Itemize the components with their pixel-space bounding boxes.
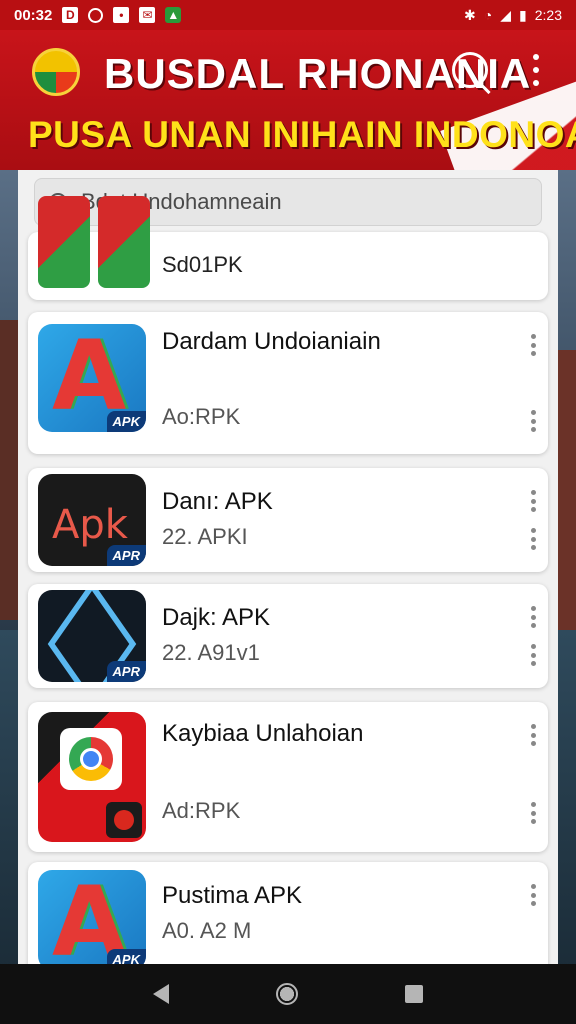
app-version: Ad:RPK	[162, 798, 241, 823]
system-nav-bar	[0, 964, 576, 1024]
app-name: Pustima APK	[162, 882, 303, 909]
item-menu-icon[interactable]	[530, 334, 536, 356]
item-menu-icon[interactable]	[530, 644, 536, 666]
battery-text: 2:23	[534, 7, 562, 23]
apk-badge: APK	[106, 949, 146, 964]
app-version: A0. A2 M	[162, 918, 252, 943]
bluetooth-icon: ✱	[464, 6, 476, 23]
apk-badge: APR	[106, 545, 146, 566]
app-version: 22. APKI	[162, 524, 248, 549]
item-menu-icon[interactable]	[530, 802, 536, 824]
recents-icon[interactable]	[404, 985, 423, 1003]
app-header: BUSDAL RHONANIA PUSA UNAN INIHAIN INDONO…	[0, 30, 576, 170]
back-icon[interactable]	[153, 984, 170, 1004]
mail-icon: ✉	[139, 7, 156, 23]
status-time: 00:32	[14, 6, 53, 24]
app-subtitle: PUSA UNAN INIHAIN INDONOAK'S	[28, 114, 576, 155]
app-list-item[interactable]: A APK Dardam Undoianiain Ao:RPK	[28, 312, 548, 454]
item-menu-icon[interactable]	[530, 724, 536, 746]
app-icon	[38, 196, 90, 288]
status-right: ✱ ◔ ◢ ▮ 2:23	[464, 7, 562, 24]
item-menu-icon[interactable]	[530, 528, 536, 550]
app-icon: APR	[38, 590, 146, 682]
app-icon: Apk APR	[38, 474, 146, 566]
wifi-icon: ◔	[483, 7, 493, 23]
app-list-item[interactable]: A APK Pustima APK A0. A2 M	[28, 862, 548, 964]
item-menu-icon[interactable]	[530, 490, 536, 512]
item-menu-icon[interactable]	[530, 884, 536, 906]
app-list-item[interactable]: Sd01PK	[28, 196, 548, 300]
app-name: Danı: APK	[162, 488, 273, 515]
app-list-item[interactable]: APR Dajk: APK 22. A91v1	[28, 584, 548, 688]
apk-wordmark: Apk	[52, 502, 128, 548]
app-name: Dajk: APK	[162, 604, 271, 631]
app-version: Sd01PK	[162, 252, 243, 277]
apk-badge: APK	[106, 411, 146, 432]
notification-icon: D	[62, 7, 79, 23]
app-list-item[interactable]: Apk APR Danı: APK 22. APKI	[28, 468, 548, 572]
app-version: 22. A91v1	[162, 640, 260, 665]
app-list-item[interactable]: Kaybiaa Unlahoian Ad:RPK	[28, 702, 548, 852]
sync-icon	[88, 7, 104, 23]
item-menu-icon[interactable]	[530, 606, 536, 628]
content-panel: Sd01PK A APK Dardam Undoianiain Ao:RPK A…	[18, 170, 558, 964]
apk-badge: APR	[106, 661, 146, 682]
app-icon-secondary	[98, 196, 150, 288]
item-menu-icon[interactable]	[530, 410, 536, 432]
status-bar: 00:32 D • ✉ ▲ ✱ ◔ ◢ ▮ 2:23	[0, 0, 576, 30]
app-icon	[38, 712, 146, 842]
alert-icon: •	[113, 7, 130, 23]
letter-a-logo: A	[52, 324, 127, 432]
app-name: Dardam Undoianiain	[162, 328, 381, 355]
app-icon: A APK	[38, 870, 146, 964]
header-search-icon[interactable]	[452, 52, 488, 88]
app-icon: A APK	[38, 324, 146, 432]
browser-logo-center	[80, 748, 102, 770]
app-name: Kaybiaa Unlahoian	[162, 720, 364, 747]
home-icon[interactable]	[275, 983, 298, 1005]
signal-icon: ◢	[500, 6, 512, 23]
app-version: Ao:RPK	[162, 404, 241, 429]
background-building-left	[0, 320, 20, 620]
app-logo	[32, 48, 80, 96]
app-notification-icon: ▲	[165, 7, 182, 23]
flower-badge-icon	[106, 802, 142, 838]
overflow-menu-icon[interactable]	[526, 54, 546, 86]
battery-icon: ▮	[519, 6, 527, 23]
